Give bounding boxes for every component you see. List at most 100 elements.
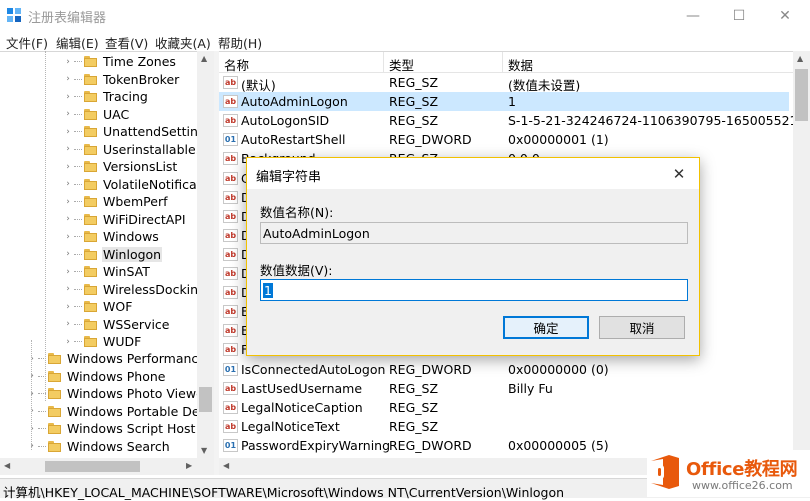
ok-button[interactable]: 确定: [503, 316, 589, 339]
scroll-right-icon[interactable]: ▶: [186, 461, 192, 470]
list-vertical-scrollbar[interactable]: ▲: [793, 51, 810, 458]
tree-item[interactable]: › Windows Script Host: [27, 420, 196, 437]
expand-chevron-icon[interactable]: ›: [63, 92, 73, 102]
expand-chevron-icon[interactable]: ›: [63, 249, 73, 259]
value-row[interactable]: ab AutoLogonSID REG_SZ S-1-5-21-324246724-1…: [219, 111, 793, 130]
string-value-icon: ab: [223, 267, 238, 280]
tree-connector: [74, 183, 82, 185]
tree-connector: [74, 323, 82, 325]
expand-chevron-icon[interactable]: ›: [63, 267, 73, 277]
expand-chevron-icon[interactable]: ›: [63, 302, 73, 312]
tree-item[interactable]: › WOF: [63, 298, 133, 315]
tree-item[interactable]: › Windows Phone: [27, 368, 167, 385]
expand-chevron-icon[interactable]: ›: [63, 144, 73, 154]
tree-pane[interactable]: › Time Zones › TokenBroker › Tracing › UAC › Unat…: [0, 51, 214, 459]
tree-item[interactable]: › Windows Photo Viewer: [27, 385, 210, 402]
close-button[interactable]: ✕: [762, 0, 808, 31]
tree-item[interactable]: › TokenBroker: [63, 71, 180, 88]
tree-item[interactable]: › Windows Search: [27, 438, 171, 455]
expand-chevron-icon[interactable]: ›: [27, 354, 37, 364]
value-row[interactable]: ab (默认) REG_SZ (数值未设置): [219, 73, 793, 93]
expand-chevron-icon[interactable]: ›: [63, 319, 73, 329]
value-data-input[interactable]: 1: [260, 279, 688, 301]
office-logo-icon: [651, 455, 679, 489]
column-divider[interactable]: [383, 52, 384, 72]
expand-chevron-icon[interactable]: ›: [63, 109, 73, 119]
column-divider[interactable]: [502, 52, 503, 72]
tree-item[interactable]: › WiFiDirectAPI: [63, 211, 187, 228]
menu-favorites[interactable]: 收藏夹(A): [155, 33, 211, 52]
minimize-button[interactable]: —: [670, 0, 716, 31]
expand-chevron-icon[interactable]: ›: [27, 371, 37, 381]
tree-item[interactable]: › Time Zones: [63, 53, 177, 70]
folder-icon: [84, 56, 97, 67]
value-data-text: 1: [263, 283, 273, 298]
tree-item[interactable]: › Tracing: [63, 88, 149, 105]
tree-hscroll-thumb[interactable]: [45, 461, 140, 472]
tree-connector: [74, 61, 82, 62]
dialog-close-button[interactable]: ✕: [659, 158, 699, 189]
tree-item[interactable]: › WinSAT: [63, 263, 151, 280]
tree-item[interactable]: › WirelessDocking: [63, 281, 207, 298]
scroll-down-icon[interactable]: ▼: [201, 446, 207, 455]
tree-item[interactable]: › VolatileNotificatio: [63, 176, 214, 193]
scroll-left-icon[interactable]: ◀: [223, 461, 229, 470]
value-row[interactable]: ab LegalNoticeCaption REG_SZ: [219, 398, 793, 417]
menu-edit[interactable]: 编辑(E): [56, 33, 99, 52]
value-name: LegalNoticeText: [241, 418, 340, 434]
value-name-label: 数值名称(N):: [260, 205, 334, 220]
tree-item[interactable]: › Winlogon: [63, 246, 163, 263]
expand-chevron-icon[interactable]: ›: [63, 214, 73, 224]
tree-connector: [74, 306, 82, 307]
expand-chevron-icon[interactable]: ›: [63, 57, 73, 67]
tree-scroll-thumb[interactable]: [199, 387, 212, 412]
expand-chevron-icon[interactable]: ›: [63, 284, 73, 294]
list-scroll-thumb[interactable]: [795, 69, 808, 121]
scroll-left-icon[interactable]: ◀: [4, 461, 10, 470]
expand-chevron-icon[interactable]: ›: [27, 424, 37, 434]
tree-vertical-scrollbar[interactable]: ▲ ▼: [197, 51, 214, 458]
scroll-up-icon[interactable]: ▲: [797, 54, 803, 63]
expand-chevron-icon[interactable]: ›: [63, 179, 73, 189]
tree-item[interactable]: › UAC: [63, 106, 130, 123]
cancel-button[interactable]: 取消: [599, 316, 685, 339]
maximize-button[interactable]: ☐: [716, 0, 762, 31]
tree-item[interactable]: › UnattendSettings: [63, 123, 213, 140]
value-row[interactable]: 01 AutoRestartShell REG_DWORD 0x00000001 (1…: [219, 130, 793, 149]
menu-help[interactable]: 帮助(H): [218, 33, 262, 52]
folder-icon: [48, 388, 61, 399]
tree-item[interactable]: › Windows Performance T: [27, 350, 214, 367]
expand-chevron-icon[interactable]: ›: [63, 162, 73, 172]
tree-item[interactable]: › WbemPerf: [63, 193, 168, 210]
expand-chevron-icon[interactable]: ›: [63, 337, 73, 347]
tree-item[interactable]: › WSService: [63, 316, 171, 333]
status-path: 计算机\HKEY_LOCAL_MACHINE\SOFTWARE\Microsof…: [3, 485, 565, 500]
expand-chevron-icon[interactable]: ›: [27, 441, 37, 451]
expand-chevron-icon[interactable]: ›: [63, 127, 73, 137]
expand-chevron-icon[interactable]: ›: [63, 197, 73, 207]
value-row[interactable]: ab AutoAdminLogon REG_SZ 1: [219, 92, 793, 112]
value-row[interactable]: ab LastUsedUsername REG_SZ Billy Fu: [219, 379, 793, 398]
menu-view[interactable]: 查看(V): [105, 33, 148, 52]
value-row[interactable]: 01 IsConnectedAutoLogon REG_DWORD 0x0000000…: [219, 360, 793, 379]
menu-file[interactable]: 文件(F): [6, 33, 48, 52]
string-value-icon: ab: [223, 305, 238, 319]
tree-item[interactable]: › Userinstallable.dr: [63, 141, 214, 158]
column-header-type[interactable]: 类型: [389, 55, 414, 74]
expand-chevron-icon[interactable]: ›: [63, 74, 73, 84]
tree-item[interactable]: › Windows Portable Devi: [27, 403, 211, 420]
column-header-data[interactable]: 数据: [508, 55, 533, 74]
value-row[interactable]: ab LegalNoticeText REG_SZ: [219, 417, 793, 436]
tree-item[interactable]: › WUDF: [63, 333, 142, 350]
expand-chevron-icon[interactable]: ›: [27, 389, 37, 399]
column-header-name[interactable]: 名称: [224, 55, 249, 74]
tree-item[interactable]: › VersionsList: [63, 158, 178, 175]
tree-item-label: Windows: [103, 229, 159, 244]
folder-icon: [84, 143, 97, 155]
folder-icon: [84, 91, 97, 102]
tree-item[interactable]: › Windows: [63, 228, 160, 245]
scroll-up-icon[interactable]: ▲: [201, 54, 207, 63]
expand-chevron-icon[interactable]: ›: [27, 406, 37, 416]
expand-chevron-icon[interactable]: ›: [63, 232, 73, 242]
tree-horizontal-scrollbar[interactable]: ◀ ▶: [0, 458, 214, 475]
